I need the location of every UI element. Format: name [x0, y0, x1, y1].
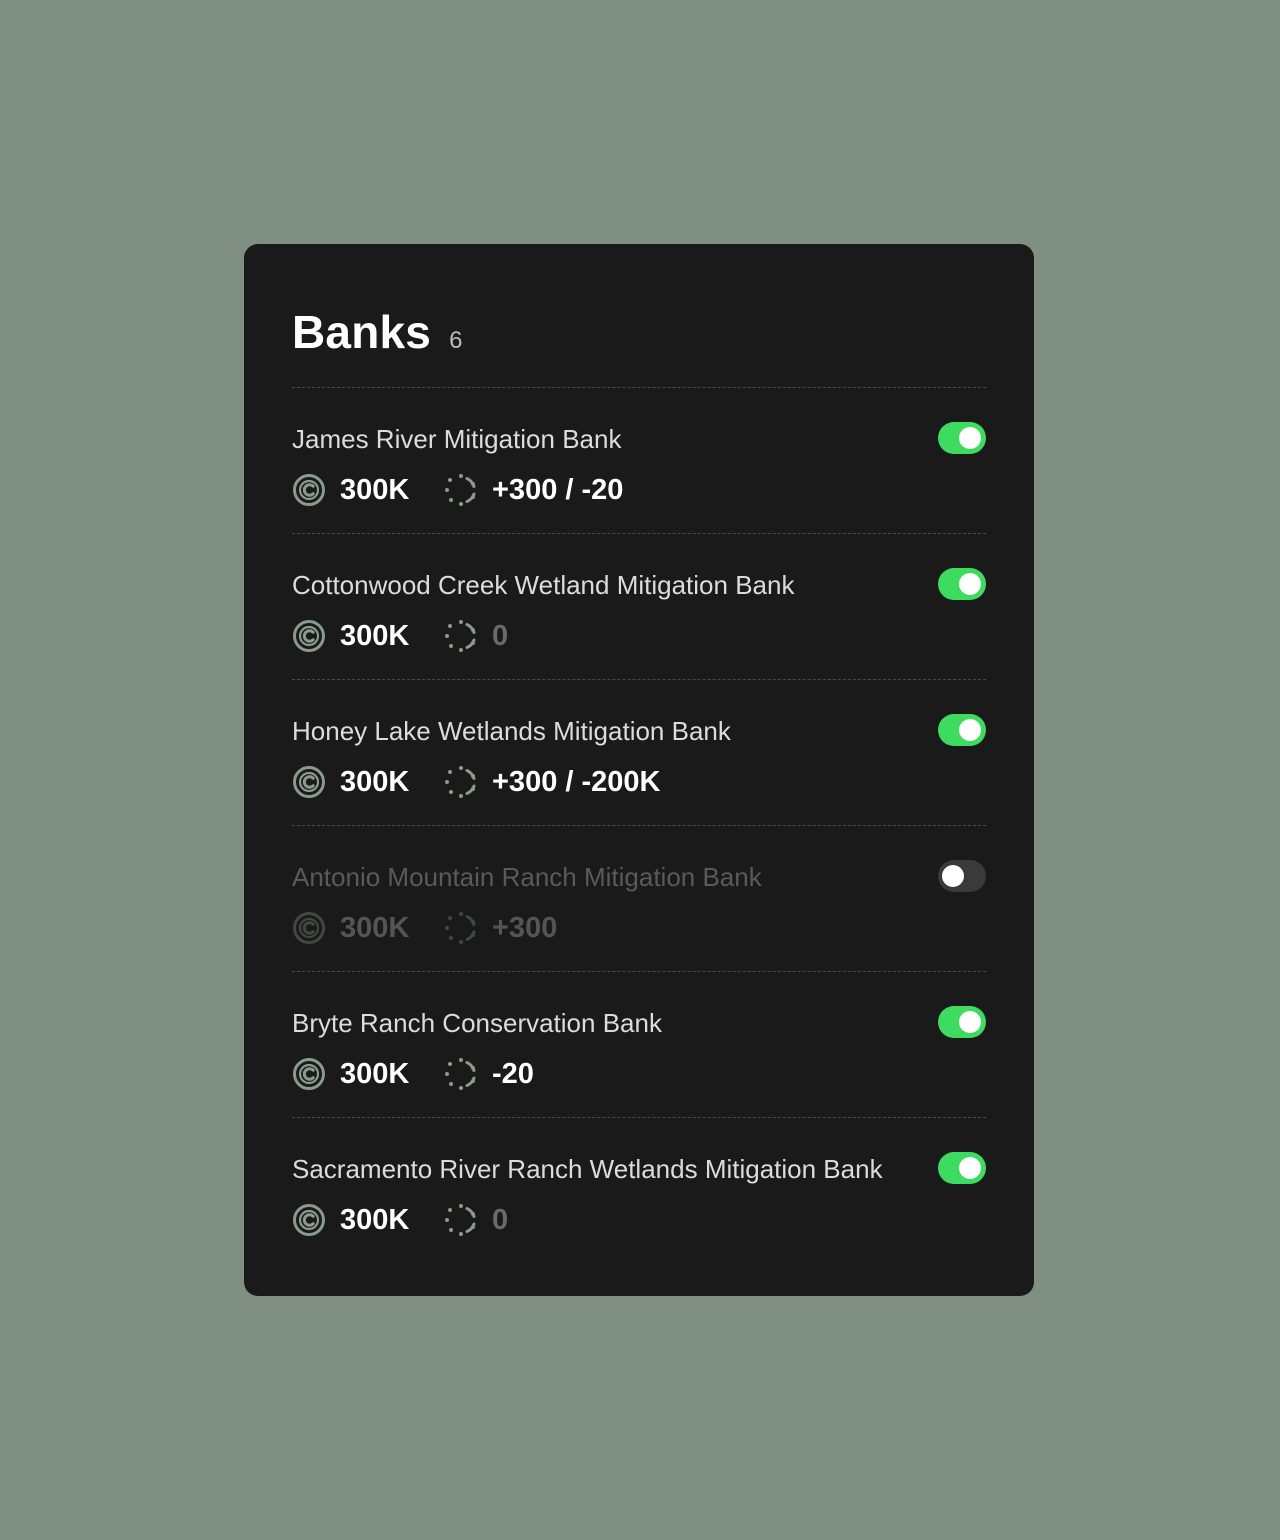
bank-name: Antonio Mountain Ranch Mitigation Bank: [292, 862, 762, 892]
bank-stats: 300K +300: [292, 910, 557, 946]
bank-row: Honey Lake Wetlands Mitigation Bank 300K: [292, 680, 986, 826]
credit-coin-icon: [292, 1203, 326, 1237]
toggle-knob: [959, 427, 981, 449]
change-value: 0: [492, 1203, 509, 1236]
credit-coin-icon: [292, 765, 326, 799]
bank-row: James River Mitigation Bank 300K +300 / …: [292, 388, 986, 534]
bank-enabled-toggle[interactable]: [938, 568, 986, 600]
toggle-knob: [959, 719, 981, 741]
card-header: Banks 6: [292, 244, 986, 388]
change-value: 0: [492, 619, 509, 652]
credit-value: 300K: [340, 911, 410, 944]
pending-circle-icon: [444, 1057, 478, 1091]
credit-coin-icon: [292, 619, 326, 653]
credit-value: 300K: [340, 619, 410, 652]
bank-name: James River Mitigation Bank: [292, 424, 622, 454]
bank-row: Sacramento River Ranch Wetlands Mitigati…: [292, 1118, 986, 1264]
bank-name: Cottonwood Creek Wetland Mitigation Bank: [292, 570, 795, 600]
change-value: +300 / -20: [492, 473, 624, 506]
change-value: +300 / -200K: [492, 765, 661, 798]
credit-coin-icon: [292, 1057, 326, 1091]
bank-stats: 300K 0: [292, 1202, 508, 1238]
bank-name: Sacramento River Ranch Wetlands Mitigati…: [292, 1154, 883, 1184]
toggle-knob: [942, 865, 964, 887]
toggle-knob: [959, 573, 981, 595]
pending-circle-icon: [444, 473, 478, 507]
bank-stats: 300K +300 / -200K: [292, 764, 660, 800]
pending-circle-icon: [444, 1203, 478, 1237]
bank-stats: 300K 0: [292, 618, 508, 654]
pending-circle-icon: [444, 911, 478, 945]
bank-row: Antonio Mountain Ranch Mitigation Bank 3…: [292, 826, 986, 972]
pending-circle-icon: [444, 619, 478, 653]
change-value: +300: [492, 911, 558, 944]
toggle-knob: [959, 1157, 981, 1179]
change-value: -20: [492, 1057, 534, 1090]
bank-stats: 300K +300 / -20: [292, 472, 623, 508]
bank-enabled-toggle[interactable]: [938, 1152, 986, 1184]
bank-enabled-toggle[interactable]: [938, 1006, 986, 1038]
bank-name: Honey Lake Wetlands Mitigation Bank: [292, 716, 731, 746]
credit-coin-icon: [292, 473, 326, 507]
bank-row: Bryte Ranch Conservation Bank 300K -20: [292, 972, 986, 1118]
bank-enabled-toggle[interactable]: [938, 714, 986, 746]
bank-row: Cottonwood Creek Wetland Mitigation Bank…: [292, 534, 986, 680]
credit-coin-icon: [292, 911, 326, 945]
banks-card: Banks 6 James River Mitigation Bank 300K: [244, 244, 1034, 1296]
bank-count-badge: 6: [449, 327, 463, 354]
bank-stats: 300K -20: [292, 1056, 534, 1092]
bank-enabled-toggle[interactable]: [938, 860, 986, 892]
credit-value: 300K: [340, 473, 410, 506]
toggle-knob: [959, 1011, 981, 1033]
bank-name: Bryte Ranch Conservation Bank: [292, 1008, 662, 1038]
bank-list: James River Mitigation Bank 300K +300 / …: [292, 388, 986, 1264]
bank-enabled-toggle[interactable]: [938, 422, 986, 454]
pending-circle-icon: [444, 765, 478, 799]
credit-value: 300K: [340, 1203, 410, 1236]
card-title: Banks: [292, 306, 432, 358]
credit-value: 300K: [340, 1057, 410, 1090]
credit-value: 300K: [340, 765, 410, 798]
